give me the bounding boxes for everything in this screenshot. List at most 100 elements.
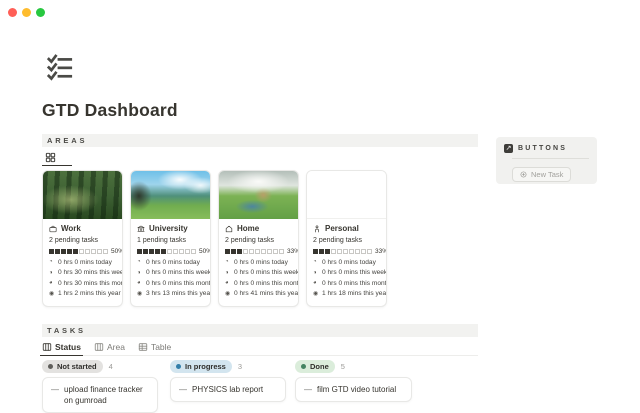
areas-section-heading[interactable]: AREAS: [42, 134, 478, 147]
clock-quarter-icon: ◔: [225, 259, 231, 265]
tab-status[interactable]: Status: [42, 339, 81, 355]
task-title: film GTD video tutorial: [317, 384, 396, 395]
area-name: Home: [237, 224, 259, 233]
task-card[interactable]: — upload finance tracker on gumroad: [42, 377, 158, 413]
clock-full-icon: ◉: [49, 291, 55, 297]
tab-area[interactable]: Area: [94, 339, 125, 355]
progress-percent: 33%: [375, 248, 387, 255]
clock-quarter-icon: ◔: [49, 259, 55, 265]
page-title: GTD Dashboard: [42, 100, 178, 121]
progress-bar: 50%: [49, 248, 116, 255]
university-cover-image: [131, 171, 210, 219]
area-card-university[interactable]: University 1 pending tasks 50% ◔0 hrs 0 …: [130, 170, 211, 307]
university-icon: [137, 225, 145, 233]
personal-cover-blank: [307, 171, 386, 219]
clock-half-icon: ◑: [137, 270, 143, 276]
time-row-today: ◔0 hrs 0 mins today: [137, 259, 204, 266]
area-card-personal[interactable]: Personal 2 pending tasks 33% ◔0 hrs 0 mi…: [306, 170, 387, 307]
progress-percent: 50%: [111, 248, 123, 255]
progress-percent: 50%: [199, 248, 211, 255]
status-badge-not-started[interactable]: Not started: [42, 360, 103, 373]
time-row-year: ◉1 hrs 2 mins this year: [49, 290, 116, 297]
time-row-week: ◑0 hrs 30 mins this week: [49, 269, 116, 276]
task-title: upload finance tracker on gumroad: [64, 384, 149, 406]
work-cover-image: [43, 171, 122, 219]
time-row-month: ◕0 hrs 30 mins this month: [49, 280, 116, 287]
column-count: 3: [238, 362, 242, 371]
home-cover-image: [219, 171, 298, 219]
time-row-year: ◉1 hrs 18 mins this year: [313, 290, 380, 297]
time-row-month: ◕0 hrs 0 mins this month: [137, 280, 204, 287]
progress-percent: 33%: [287, 248, 299, 255]
clock-half-icon: ◑: [225, 270, 231, 276]
tasks-section-heading[interactable]: TASKS: [42, 324, 478, 337]
gallery-view-icon: [45, 152, 56, 163]
pending-tasks: 2 pending tasks: [49, 237, 116, 244]
new-task-button[interactable]: New Task: [512, 167, 571, 182]
area-name: University: [149, 224, 188, 233]
areas-gallery-view-tab[interactable]: [42, 150, 72, 166]
dash-icon: —: [51, 384, 59, 406]
progress-bar: 50%: [137, 248, 204, 255]
clock-full-icon: ◉: [313, 291, 319, 297]
task-card[interactable]: — film GTD video tutorial: [295, 377, 412, 402]
zoom-window-icon[interactable]: [36, 8, 45, 17]
time-row-month: ◕0 hrs 0 mins this month: [313, 280, 380, 287]
status-badge-done[interactable]: Done: [295, 360, 335, 373]
time-row-week: ◑0 hrs 0 mins this week: [313, 269, 380, 276]
checklist-icon[interactable]: [46, 54, 73, 81]
board-icon: [42, 342, 52, 352]
dash-icon: —: [304, 384, 312, 395]
clock-full-icon: ◉: [137, 291, 143, 297]
area-name: Work: [61, 224, 81, 233]
pending-tasks: 1 pending tasks: [137, 237, 204, 244]
task-card[interactable]: — PHYSICS lab report: [170, 377, 286, 402]
window-controls: [8, 8, 45, 17]
person-icon: [313, 225, 321, 233]
progress-bar: 33%: [225, 248, 292, 255]
buttons-panel: ↗ BUTTONS New Task: [496, 137, 597, 184]
time-row-week: ◑0 hrs 0 mins this week: [137, 269, 204, 276]
board-icon: [94, 342, 104, 352]
areas-gallery: Work 2 pending tasks 50% ◔0 hrs 0 mins t…: [42, 170, 387, 307]
clock-threequarter-icon: ◕: [225, 280, 231, 286]
area-name: Personal: [325, 224, 359, 233]
area-card-home[interactable]: Home 2 pending tasks 33% ◔0 hrs 0 mins t…: [218, 170, 299, 307]
task-title: PHYSICS lab report: [192, 384, 263, 395]
plus-circle-icon: [520, 171, 527, 178]
time-row-today: ◔0 hrs 0 mins today: [313, 259, 380, 266]
status-dot-icon: [301, 364, 306, 369]
tasks-view-tabs: Status Area Table: [42, 339, 478, 356]
time-row-year: ◉3 hrs 13 mins this year: [137, 290, 204, 297]
column-not-started: Not started 4 — upload finance tracker o…: [42, 360, 158, 413]
clock-quarter-icon: ◔: [137, 259, 143, 265]
minimize-window-icon[interactable]: [22, 8, 31, 17]
time-row-month: ◕0 hrs 0 mins this month: [225, 280, 292, 287]
clock-quarter-icon: ◔: [313, 259, 319, 265]
arrow-box-icon: ↗: [504, 144, 513, 153]
buttons-panel-heading: BUTTONS: [518, 145, 567, 152]
status-dot-icon: [48, 364, 53, 369]
progress-bar: 33%: [313, 248, 380, 255]
column-count: 5: [341, 362, 345, 371]
clock-threequarter-icon: ◕: [313, 280, 319, 286]
dash-icon: —: [179, 384, 187, 395]
time-row-week: ◑0 hrs 0 mins this week: [225, 269, 292, 276]
divider: [512, 158, 589, 159]
table-icon: [138, 342, 148, 352]
status-badge-in-progress[interactable]: In progress: [170, 360, 232, 373]
pending-tasks: 2 pending tasks: [225, 237, 292, 244]
time-row-today: ◔0 hrs 0 mins today: [225, 259, 292, 266]
area-card-work[interactable]: Work 2 pending tasks 50% ◔0 hrs 0 mins t…: [42, 170, 123, 307]
close-window-icon[interactable]: [8, 8, 17, 17]
column-count: 4: [109, 362, 113, 371]
column-in-progress: In progress 3 — PHYSICS lab report: [170, 360, 286, 402]
time-row-today: ◔0 hrs 0 mins today: [49, 259, 116, 266]
briefcase-icon: [49, 225, 57, 233]
time-row-year: ◉0 hrs 41 mins this year: [225, 290, 292, 297]
home-icon: [225, 225, 233, 233]
clock-threequarter-icon: ◕: [137, 280, 143, 286]
column-done: Done 5 — film GTD video tutorial: [295, 360, 412, 402]
clock-full-icon: ◉: [225, 291, 231, 297]
tab-table[interactable]: Table: [138, 339, 171, 355]
